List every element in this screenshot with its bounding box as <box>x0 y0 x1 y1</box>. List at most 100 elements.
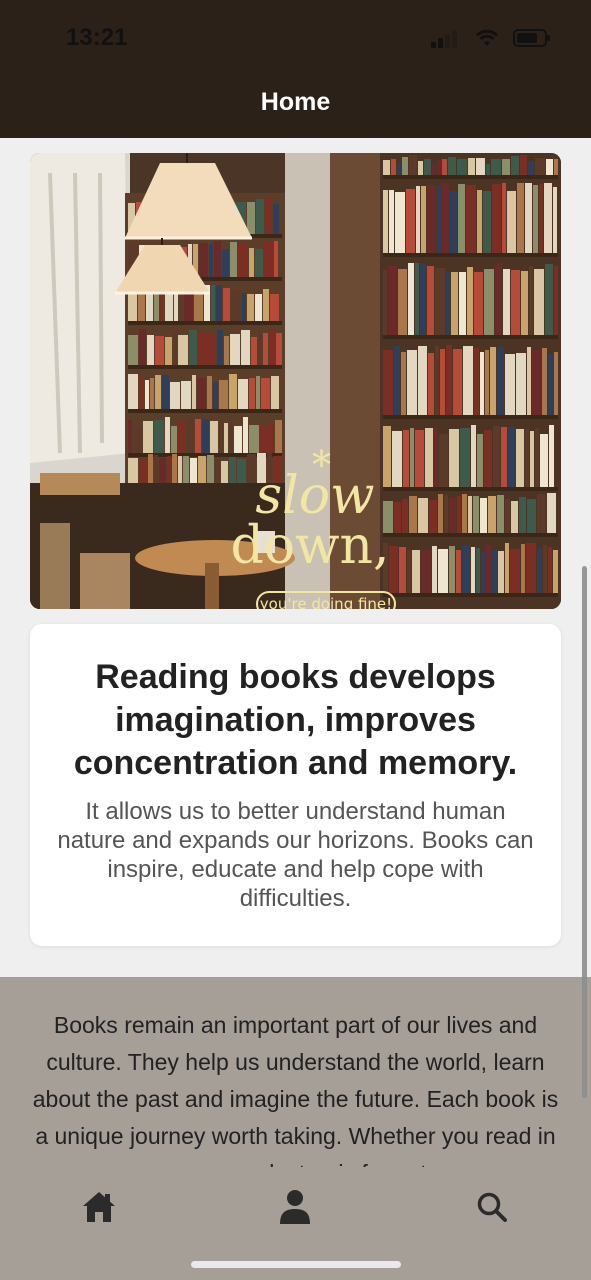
book-spine <box>183 456 189 483</box>
book-spine <box>539 184 543 253</box>
scrollbar[interactable] <box>582 566 587 1098</box>
book-spine <box>155 336 164 365</box>
book-spine <box>219 380 228 409</box>
book-spine <box>427 266 434 335</box>
book-spine <box>507 191 516 253</box>
book-spine <box>437 159 441 175</box>
book-spine <box>172 454 177 483</box>
book-spine <box>495 263 502 335</box>
book-spine <box>458 184 465 253</box>
home-indicator[interactable] <box>191 1261 401 1268</box>
book-spine <box>128 335 138 365</box>
book-spine <box>165 417 170 453</box>
book-spine <box>406 189 415 253</box>
book-spine <box>484 269 494 335</box>
book-spine <box>542 348 547 415</box>
shelf-board <box>383 533 558 537</box>
book-spine <box>554 159 558 175</box>
book-spine <box>533 185 538 253</box>
book-spine <box>202 419 209 453</box>
book-spine <box>462 546 470 593</box>
book-spine <box>256 376 260 409</box>
card-heading: Reading books develops imagination, impr… <box>73 658 518 782</box>
book-spine <box>511 270 520 335</box>
book-spine <box>255 294 262 321</box>
book-spine <box>269 329 275 365</box>
book-spine <box>457 159 467 175</box>
book-spine <box>480 498 487 533</box>
book-spine <box>249 248 254 277</box>
book-spine <box>529 266 533 335</box>
battery-icon <box>513 28 551 48</box>
tab-search[interactable] <box>472 1187 512 1227</box>
book-spine <box>402 157 408 175</box>
book-spine <box>548 547 552 593</box>
book-spine <box>544 183 552 253</box>
book-spine <box>459 272 466 335</box>
book-spine <box>224 336 229 365</box>
shelf-board <box>128 409 282 413</box>
book-spine <box>486 545 491 593</box>
book-spine <box>432 546 437 593</box>
book-spine <box>488 496 496 533</box>
book-spine <box>435 346 439 415</box>
book-spine <box>521 271 528 335</box>
book-spine <box>229 374 237 409</box>
book-spine <box>446 345 452 415</box>
book-spine <box>139 329 146 365</box>
book-spine <box>462 494 467 533</box>
card-body: It allows us to better understand human … <box>57 798 534 912</box>
book-spine <box>421 186 426 253</box>
book-spine <box>554 266 558 335</box>
book-spine <box>442 159 447 175</box>
book-spine <box>217 330 223 365</box>
book-spine <box>258 330 262 365</box>
book-spine <box>424 159 431 175</box>
book-spine <box>485 350 489 415</box>
panel-text: Books remain an important part of our li… <box>32 1012 559 1167</box>
book-spine <box>128 458 138 483</box>
book-spine <box>486 164 490 175</box>
book-spine <box>468 496 472 533</box>
book-spine <box>195 419 201 453</box>
book-spine <box>231 290 241 321</box>
book-spine <box>456 550 461 593</box>
book-spine <box>532 350 541 415</box>
book-spine <box>383 160 390 175</box>
book-spine <box>534 269 544 335</box>
book-spine <box>265 198 272 234</box>
book-spine <box>271 376 279 409</box>
status-time: 13:21 <box>66 24 128 51</box>
hero-pill-text: you're doing fine! <box>256 591 396 609</box>
book-spine <box>451 272 458 335</box>
book-spine <box>418 346 427 415</box>
book-spine <box>264 242 273 277</box>
book-spine <box>471 547 475 593</box>
shelf-board <box>383 415 558 419</box>
tab-home[interactable] <box>79 1187 119 1227</box>
book-spine <box>415 263 419 335</box>
book-spine <box>194 291 203 321</box>
book-spine <box>211 285 215 321</box>
book-spine <box>439 434 448 487</box>
book-spine <box>398 269 407 335</box>
book-spine <box>535 428 539 487</box>
book-spine <box>229 420 233 453</box>
book-spine <box>448 157 456 175</box>
book-spine <box>395 192 405 253</box>
book-spine <box>492 184 501 253</box>
book-spine <box>222 249 229 277</box>
book-spine <box>497 347 504 415</box>
book-spine <box>192 375 196 409</box>
book-spine <box>449 429 459 487</box>
page-title: Home <box>260 88 331 116</box>
shelf-board <box>383 593 558 597</box>
book-spine <box>410 428 414 487</box>
tab-profile[interactable] <box>275 1187 315 1227</box>
book-spine <box>247 202 255 234</box>
book-spine <box>247 294 254 321</box>
book-spine <box>471 425 476 487</box>
bottom-panel: Books remain an important part of our li… <box>0 977 591 1280</box>
book-spine <box>493 426 500 487</box>
book-spine <box>178 335 188 365</box>
